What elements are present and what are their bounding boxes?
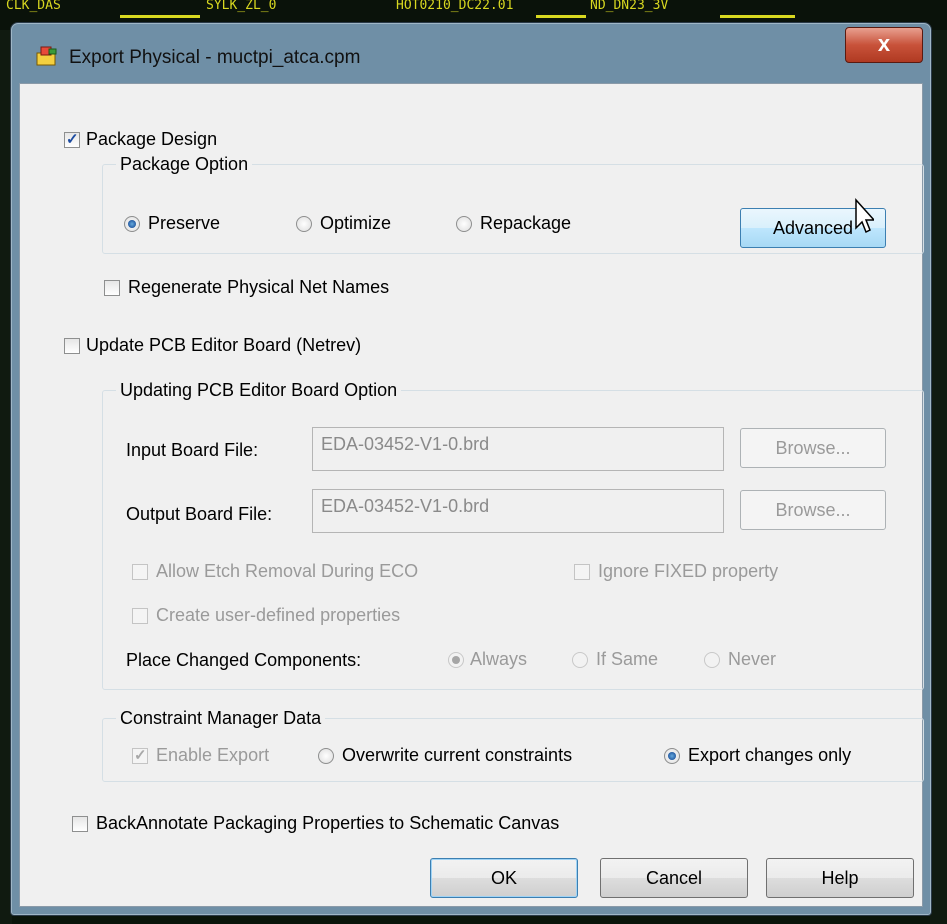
optimize-radio[interactable] bbox=[296, 216, 312, 232]
update-pcb-checkbox[interactable] bbox=[64, 338, 80, 354]
enable-export-label[interactable]: Enable Export bbox=[156, 745, 269, 766]
package-option-legend: Package Option bbox=[116, 154, 253, 175]
export-physical-dialog: Export Physical - muctpi_atca.cpm x Pack… bbox=[10, 22, 932, 916]
window-title: Export Physical - muctpi_atca.cpm bbox=[69, 47, 361, 68]
place-if-same-label[interactable]: If Same bbox=[596, 649, 658, 670]
preserve-label[interactable]: Preserve bbox=[148, 213, 220, 234]
enable-export-checkbox[interactable] bbox=[132, 746, 148, 764]
bg-trace bbox=[536, 15, 586, 18]
create-user-properties-label[interactable]: Create user-defined properties bbox=[156, 605, 400, 626]
place-always-radio[interactable] bbox=[448, 652, 464, 668]
repackage-label[interactable]: Repackage bbox=[480, 213, 571, 234]
preserve-radio[interactable] bbox=[124, 216, 140, 232]
bg-net-label: ND_DN23_3V bbox=[590, 0, 669, 13]
cancel-button[interactable]: Cancel bbox=[600, 858, 748, 898]
ignore-fixed-checkbox[interactable] bbox=[574, 564, 590, 580]
bg-trace bbox=[120, 15, 200, 18]
create-user-properties-checkbox[interactable] bbox=[132, 608, 148, 624]
title-bar[interactable]: Export Physical - muctpi_atca.cpm x bbox=[11, 23, 931, 87]
backannotate-label[interactable]: BackAnnotate Packaging Properties to Sch… bbox=[96, 813, 559, 834]
package-design-checkbox[interactable] bbox=[64, 130, 80, 148]
input-board-file-field[interactable]: EDA-03452-V1-0.brd bbox=[312, 427, 724, 471]
bg-net-label: CLK_DAS bbox=[6, 0, 61, 13]
bg-net-label: SYLK_ZL_0 bbox=[206, 0, 277, 13]
backannotate-checkbox[interactable] bbox=[72, 816, 88, 832]
export-changes-only-label[interactable]: Export changes only bbox=[688, 745, 851, 766]
help-button[interactable]: Help bbox=[766, 858, 914, 898]
ok-button[interactable]: OK bbox=[430, 858, 578, 898]
background-right-edge bbox=[930, 30, 947, 924]
repackage-radio[interactable] bbox=[456, 216, 472, 232]
input-board-file-label: Input Board File: bbox=[126, 440, 259, 460]
bg-trace bbox=[720, 15, 795, 18]
allow-etch-removal-label[interactable]: Allow Etch Removal During ECO bbox=[156, 561, 418, 582]
optimize-label[interactable]: Optimize bbox=[320, 213, 391, 234]
output-board-file-label: Output Board File: bbox=[126, 504, 273, 524]
close-button[interactable]: x bbox=[845, 27, 923, 63]
bg-net-label: HOT0210_DC22.01 bbox=[396, 0, 514, 13]
updating-board-option-legend: Updating PCB Editor Board Option bbox=[116, 380, 402, 401]
place-always-label[interactable]: Always bbox=[470, 649, 527, 670]
output-board-file-field[interactable]: EDA-03452-V1-0.brd bbox=[312, 489, 724, 533]
export-changes-only-radio[interactable] bbox=[664, 748, 680, 764]
export-app-icon bbox=[36, 46, 57, 66]
overwrite-constraints-radio[interactable] bbox=[318, 748, 334, 764]
overwrite-constraints-label[interactable]: Overwrite current constraints bbox=[342, 745, 572, 766]
input-browse-button[interactable]: Browse... bbox=[740, 428, 886, 468]
place-never-label[interactable]: Never bbox=[728, 649, 776, 670]
constraint-manager-legend: Constraint Manager Data bbox=[116, 708, 326, 729]
place-if-same-radio[interactable] bbox=[572, 652, 588, 668]
place-changed-components-label: Place Changed Components: bbox=[126, 650, 362, 670]
regenerate-net-names-label[interactable]: Regenerate Physical Net Names bbox=[128, 277, 389, 298]
regenerate-net-names-checkbox[interactable] bbox=[104, 280, 120, 296]
package-design-label[interactable]: Package Design bbox=[86, 129, 217, 150]
ignore-fixed-label[interactable]: Ignore FIXED property bbox=[598, 561, 778, 582]
update-pcb-label[interactable]: Update PCB Editor Board (Netrev) bbox=[86, 335, 361, 356]
output-browse-button[interactable]: Browse... bbox=[740, 490, 886, 530]
dialog-body: Package Design Package Option Preserve O… bbox=[19, 83, 924, 907]
place-never-radio[interactable] bbox=[704, 652, 720, 668]
mouse-cursor-icon bbox=[855, 198, 874, 234]
allow-etch-removal-checkbox[interactable] bbox=[132, 564, 148, 580]
